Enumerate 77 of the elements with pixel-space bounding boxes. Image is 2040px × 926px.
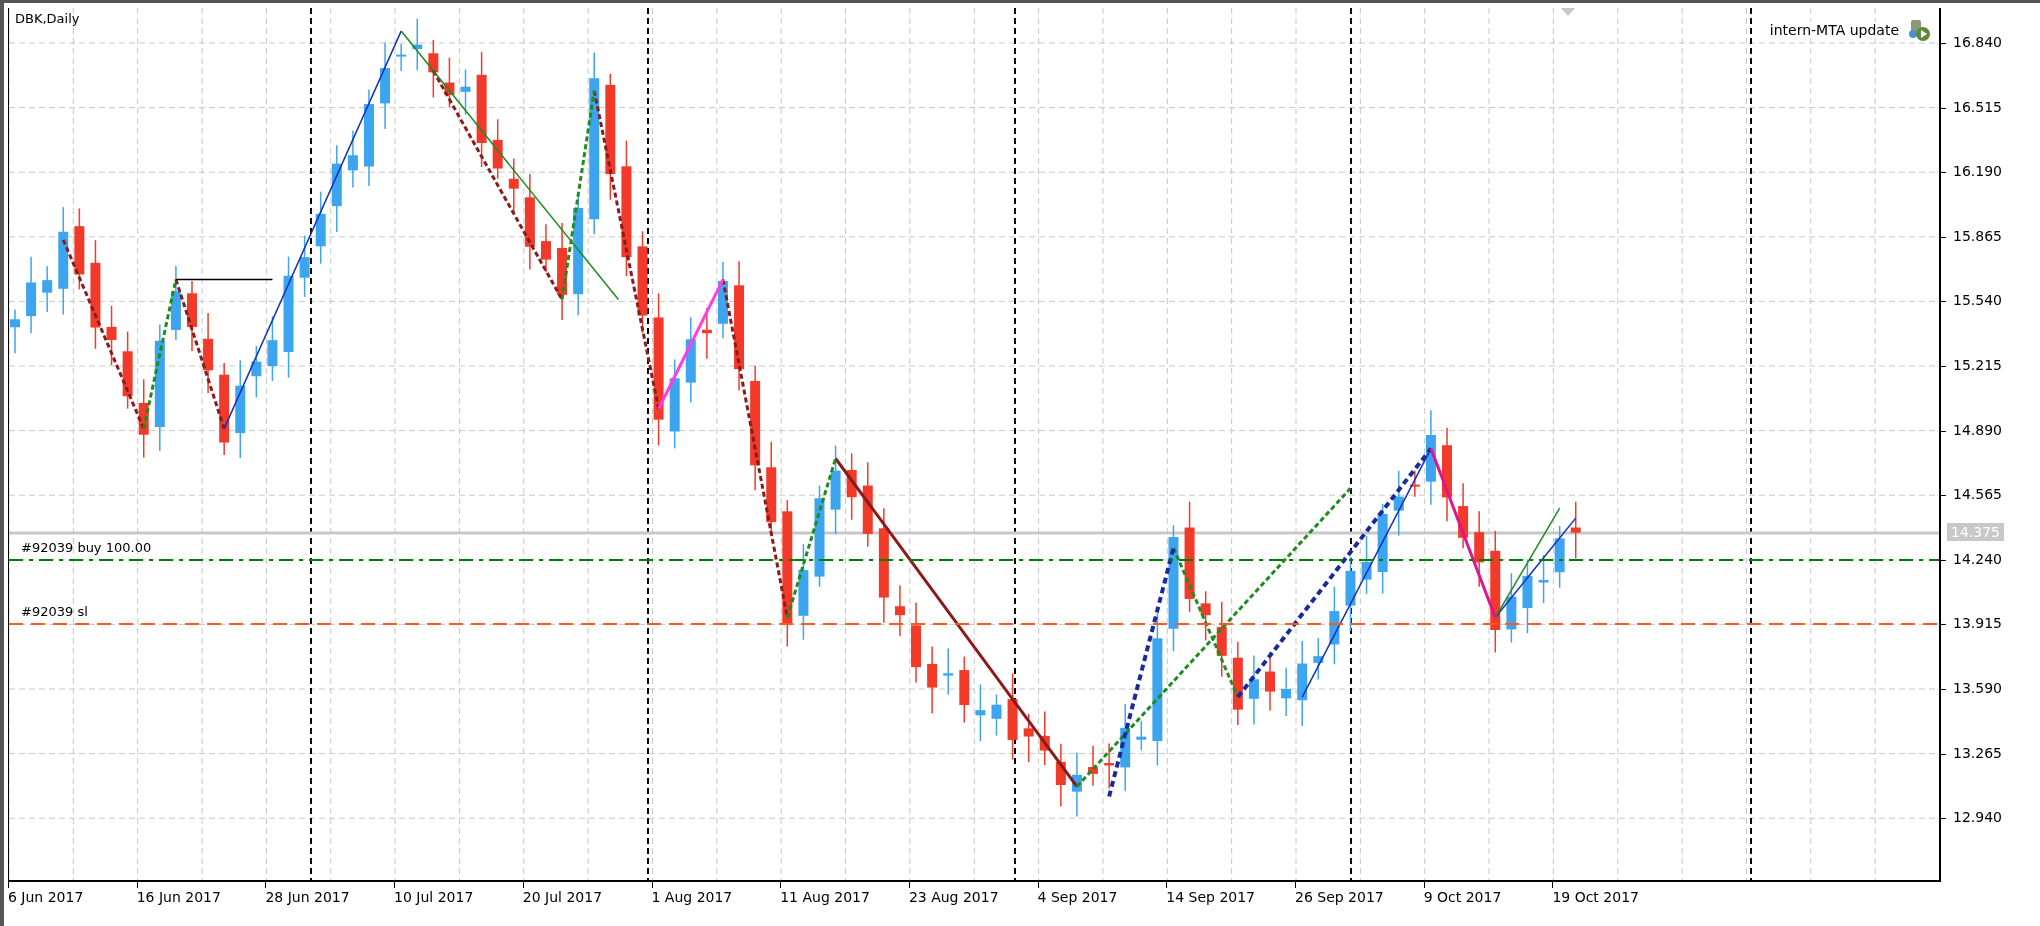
candle (1248, 654, 1259, 726)
candle (412, 18, 423, 72)
order-label: #92039 sl (21, 604, 88, 620)
candle (894, 584, 905, 637)
date-tick-label: 28 Jun 2017 (265, 889, 350, 905)
candle (1538, 554, 1549, 604)
candle (1136, 720, 1147, 751)
candle (251, 345, 262, 399)
price-tick-label: 12.940 (1953, 809, 2002, 826)
date-tick-label: 9 Oct 2017 (1423, 889, 1502, 905)
candle (106, 305, 117, 366)
candle (187, 280, 197, 352)
candle (508, 157, 519, 214)
candle (1409, 470, 1420, 498)
order-level-line[interactable] (9, 623, 1939, 626)
candle (1265, 651, 1275, 712)
price-tick-label: 14.240 (1953, 550, 2002, 567)
candle (492, 118, 503, 180)
candle (42, 265, 53, 313)
candle (1200, 590, 1211, 642)
candle (1458, 482, 1469, 550)
price-tick-label: 13.265 (1953, 744, 2002, 761)
candle (975, 683, 986, 742)
candle (444, 56, 455, 109)
price-tick-label: 16.840 (1953, 34, 2002, 50)
chart-title: DBK,Daily (15, 11, 80, 26)
candle (460, 68, 471, 116)
candle (1281, 667, 1292, 717)
order-level-line[interactable] (9, 558, 1939, 561)
date-tick-label: 10 Jul 2017 (394, 889, 474, 905)
candle (1554, 525, 1565, 589)
candle (959, 655, 970, 724)
candle (396, 43, 407, 72)
candle (1313, 637, 1324, 681)
candle (1104, 742, 1115, 790)
candle (1071, 751, 1082, 818)
price-tick-label: 15.540 (1953, 292, 2002, 309)
candle (347, 130, 358, 189)
candle (1361, 535, 1372, 595)
date-tick-label: 16 Jun 2017 (136, 889, 221, 905)
candle (540, 223, 551, 274)
candle (10, 308, 20, 354)
candle (943, 647, 954, 696)
price-tick-label: 14.565 (1953, 486, 2002, 503)
date-tick-label: 6 Jun 2017 (8, 889, 84, 905)
order-label: #92039 buy 100.00 (21, 539, 152, 555)
candle (991, 693, 1002, 737)
date-tick-label: 20 Jul 2017 (522, 889, 603, 905)
date-tick-label: 11 Aug 2017 (780, 889, 870, 905)
candle (1393, 470, 1404, 537)
expert-advisor-icon[interactable] (1907, 18, 1931, 42)
expert-name: intern-MTA update (1769, 22, 1899, 38)
candle (428, 39, 439, 99)
candle (927, 645, 938, 715)
price-tick-label: 13.590 (1953, 680, 2002, 696)
candle (1570, 500, 1581, 560)
candle (1023, 713, 1034, 763)
date-tick-label: 19 Oct 2017 (1552, 889, 1639, 905)
price-tick-label: 14.890 (1953, 421, 2002, 438)
date-tick-label: 1 Aug 2017 (651, 889, 733, 905)
candle (1088, 744, 1099, 787)
price-tick-label: 16.515 (1953, 98, 2002, 115)
candle (846, 452, 857, 521)
price-tick-label: 15.865 (1953, 227, 2002, 244)
candle (1055, 742, 1066, 808)
candle (299, 234, 310, 298)
price-tick-label: 16.190 (1953, 163, 2002, 180)
candle (701, 307, 712, 360)
candle (1506, 572, 1517, 644)
price-tick-label: 15.215 (1953, 357, 2002, 373)
date-tick-label: 23 Aug 2017 (908, 889, 999, 905)
shift-marker-icon[interactable] (1561, 8, 1575, 16)
date-tick-label: 4 Sep 2017 (1037, 889, 1118, 905)
candle (267, 315, 278, 382)
price-tick-label: 13.915 (1953, 615, 2002, 632)
date-tick-label: 14 Sep 2017 (1166, 889, 1256, 905)
date-tick-label: 26 Sep 2017 (1295, 889, 1384, 905)
